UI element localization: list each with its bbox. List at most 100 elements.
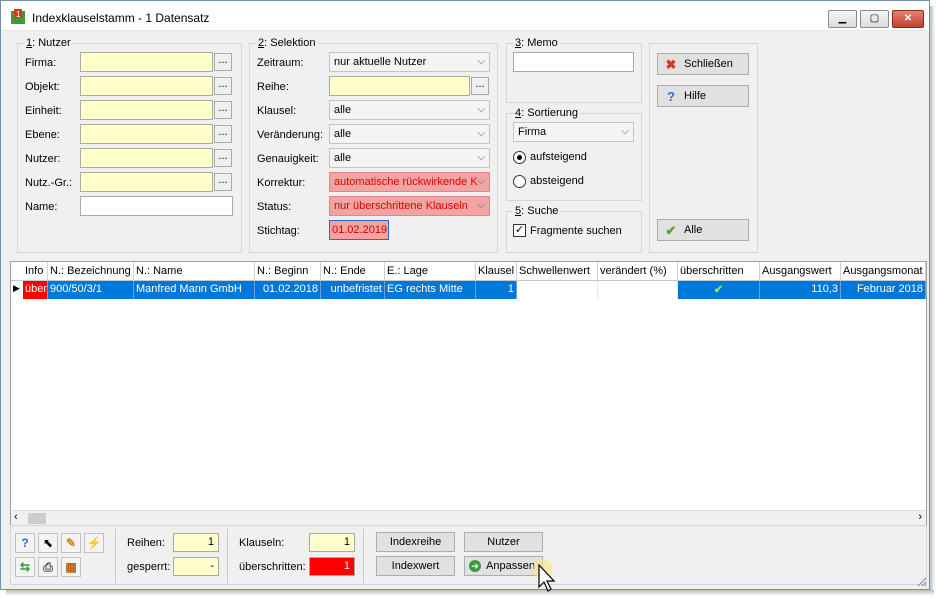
einheit-label: Einheit: <box>25 105 62 117</box>
sortierung-select[interactable]: Firma ⌵ <box>513 122 634 142</box>
cell-ausgangsmonat[interactable]: Februar 2018 <box>841 281 926 299</box>
selektion-group-title: 2: Selektion <box>256 37 318 49</box>
col-header-name[interactable]: N.: Name <box>134 262 255 281</box>
pencil-tool-icon[interactable]: ✎ <box>61 533 81 553</box>
nutzergruppe-label: Nutz.-Gr.: <box>25 177 73 189</box>
chevron-down-icon: ⌵ <box>477 200 485 211</box>
pointer-tool-icon[interactable]: ⬉ <box>38 533 58 553</box>
col-header-beginn[interactable]: N.: Beginn <box>255 262 321 281</box>
aufsteigend-radio[interactable] <box>513 151 526 164</box>
title-bar[interactable]: 1 Indexklauselstamm - 1 Datensatz ▁ ▢ ✕ <box>1 1 929 31</box>
help-tool-icon[interactable]: ? <box>15 533 35 553</box>
col-header-veraendert[interactable]: verändert (%) <box>598 262 678 281</box>
resize-grip-icon[interactable] <box>915 575 927 587</box>
status-select[interactable]: nur überschrittene Klauseln ⌵ <box>329 196 490 216</box>
nutzer-button[interactable]: Nutzer <box>464 532 543 552</box>
scroll-right-icon[interactable]: › <box>918 511 922 523</box>
horizontal-scrollbar[interactable]: ‹ › <box>11 510 926 525</box>
col-header-lage[interactable]: E.: Lage <box>385 262 476 281</box>
lightning-tool-icon[interactable]: ⚡ <box>84 533 104 553</box>
zeitraum-select[interactable]: nur aktuelle Nutzer ⌵ <box>329 52 490 72</box>
chevron-down-icon: ⌵ <box>477 56 485 67</box>
sortierung-group-title: 4: Sortierung <box>513 107 580 119</box>
refresh-tool-icon[interactable]: ⇆ <box>15 557 35 577</box>
cell-schwellenwert[interactable] <box>517 281 598 299</box>
klauseln-label: Klauseln: <box>239 537 285 549</box>
genauigkeit-select[interactable]: alle ⌵ <box>329 148 490 168</box>
cell-bezeichnung[interactable]: 900/50/3/1 <box>48 281 134 299</box>
minimize-button[interactable]: ▁ <box>828 10 857 28</box>
data-grid[interactable]: Info N.: Bezeichnung N.: Name N.: Beginn… <box>10 261 927 526</box>
main-window: 1 Indexklauselstamm - 1 Datensatz ▁ ▢ ✕ … <box>0 0 930 592</box>
table-row[interactable]: ▶ über 900/50/3/1 Manfred Mann GmbH 01.0… <box>11 281 926 299</box>
fragmente-checkbox[interactable]: ✓ <box>513 224 526 237</box>
veraenderung-select[interactable]: alle ⌵ <box>329 124 490 144</box>
double-check-icon: ✔ <box>665 223 677 238</box>
korrektur-select[interactable]: automatische rückwirkende K ⌵ <box>329 172 490 192</box>
col-header-bezeichnung[interactable]: N.: Bezeichnung <box>48 262 134 281</box>
reihe-label: Reihe: <box>257 81 289 93</box>
cell-name[interactable]: Manfred Mann GmbH <box>134 281 255 299</box>
all-button[interactable]: ✔ Alle <box>657 219 749 241</box>
fragmente-label[interactable]: Fragmente suchen <box>530 225 622 237</box>
gesperrt-count: - <box>173 557 219 576</box>
klausel-select[interactable]: alle ⌵ <box>329 100 490 120</box>
ebene-label: Ebene: <box>25 129 60 141</box>
cell-klausel[interactable]: 1 <box>476 281 517 299</box>
stichtag-field[interactable]: 01.02.2019 <box>329 220 389 240</box>
help-icon: ? <box>667 89 675 104</box>
col-header-klausel[interactable]: Klausel <box>476 262 517 281</box>
col-header-info[interactable]: Info <box>23 262 48 281</box>
app-icon: 1 <box>11 9 25 24</box>
col-header-ueberschritten[interactable]: überschritten <box>678 262 760 281</box>
reihen-label: Reihen: <box>127 537 165 549</box>
nutzergruppe-browse-button[interactable]: ... <box>214 173 232 191</box>
reihe-field[interactable] <box>329 76 470 96</box>
export-tool-icon[interactable]: ▦ <box>61 557 81 577</box>
col-header-ende[interactable]: N.: Ende <box>321 262 385 281</box>
nutzergruppe-field[interactable] <box>80 172 213 192</box>
cell-beginn[interactable]: 01.02.2018 <box>255 281 321 299</box>
svg-text:1: 1 <box>16 10 21 19</box>
indexreihe-button[interactable]: Indexreihe <box>376 532 455 552</box>
nutzer-label: Nutzer: <box>25 153 61 165</box>
name-field[interactable] <box>80 196 233 216</box>
reihe-browse-button[interactable]: ... <box>471 77 489 95</box>
memo-field[interactable] <box>513 52 634 72</box>
col-header-ausgangsmonat[interactable]: Ausgangsmonat <box>841 262 926 281</box>
aufsteigend-label[interactable]: aufsteigend <box>530 151 587 163</box>
ebene-field[interactable] <box>80 124 213 144</box>
einheit-browse-button[interactable]: ... <box>214 101 232 119</box>
cell-ende[interactable]: unbefristet <box>321 281 385 299</box>
objekt-browse-button[interactable]: ... <box>214 77 232 95</box>
col-header-schwellenwert[interactable]: Schwellenwert <box>517 262 598 281</box>
arrow-right-icon: ➜ <box>469 560 481 572</box>
close-window-button[interactable]: ✕ <box>892 10 924 28</box>
cell-veraendert[interactable] <box>598 281 678 299</box>
nutzer-field[interactable] <box>80 148 213 168</box>
cell-ausgangswert[interactable]: 110,3 <box>760 281 841 299</box>
scroll-left-icon[interactable]: ‹ <box>14 511 18 523</box>
help-button[interactable]: ? Hilfe <box>657 85 749 107</box>
divider <box>363 529 364 583</box>
scrollbar-thumb[interactable] <box>28 513 46 524</box>
col-header-ausgangswert[interactable]: Ausgangswert <box>760 262 841 281</box>
window-shadow-right <box>930 6 935 594</box>
nutzer-browse-button[interactable]: ... <box>214 149 232 167</box>
window-title: Indexklauselstamm - 1 Datensatz <box>32 11 210 25</box>
checkmark-icon[interactable]: ✔ <box>678 281 760 299</box>
cell-lage[interactable]: EG rechts Mitte <box>385 281 476 299</box>
maximize-button[interactable]: ▢ <box>860 10 889 28</box>
cell-info[interactable]: über <box>23 281 48 299</box>
firma-browse-button[interactable]: ... <box>214 53 232 71</box>
indexwert-button[interactable]: Indexwert <box>376 556 455 576</box>
einheit-field[interactable] <box>80 100 213 120</box>
ebene-browse-button[interactable]: ... <box>214 125 232 143</box>
close-button[interactable]: ✖ Schließen <box>657 53 749 75</box>
absteigend-radio[interactable] <box>513 175 526 188</box>
objekt-field[interactable] <box>80 76 213 96</box>
mouse-cursor-icon <box>533 559 556 592</box>
firma-field[interactable] <box>80 52 213 72</box>
absteigend-label[interactable]: absteigend <box>530 175 584 187</box>
print-tool-icon[interactable]: ⎙ <box>38 557 58 577</box>
